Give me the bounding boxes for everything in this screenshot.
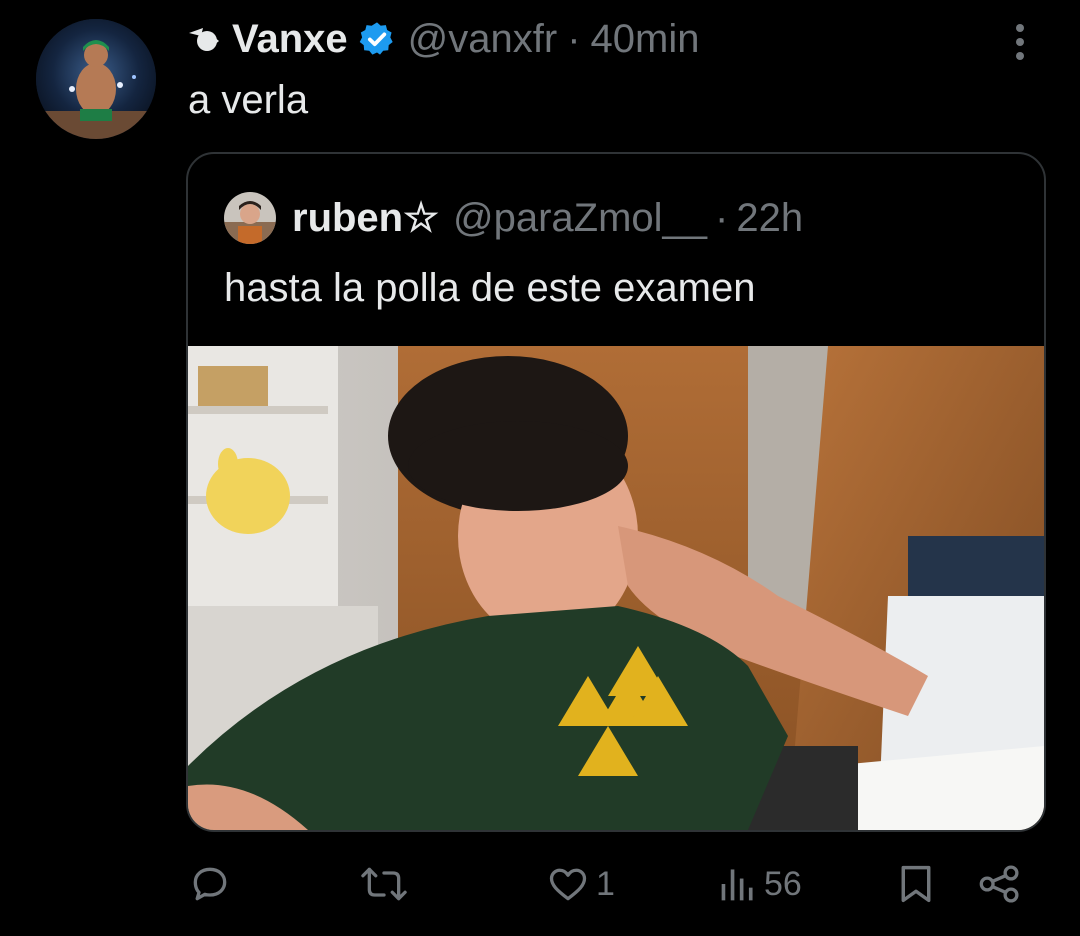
quoted-tweet-header: ruben☆ @paraZmol__ · 22h — [224, 190, 803, 246]
share-button[interactable] — [976, 852, 1024, 916]
like-count: 1 — [596, 864, 615, 903]
bookmark-button[interactable] — [896, 852, 936, 916]
retweet-button[interactable] — [360, 852, 414, 916]
quoted-author-handle[interactable]: @paraZmol__ — [453, 196, 707, 241]
bookmark-icon — [901, 865, 931, 903]
tweet-text: a verla — [188, 78, 309, 122]
quoted-header-separator: · — [715, 195, 729, 240]
quoted-author-avatar-image — [224, 192, 276, 244]
author-handle[interactable]: @vanxfr — [408, 17, 558, 62]
reply-button[interactable] — [188, 852, 238, 916]
more-options-icon[interactable] — [1006, 20, 1034, 64]
header-separator: · — [567, 16, 581, 61]
share-icon — [979, 865, 1019, 903]
views-button[interactable]: 56 — [718, 852, 802, 916]
views-count: 56 — [764, 864, 802, 903]
retweet-icon — [361, 867, 407, 901]
quoted-tweet-timestamp[interactable]: 22h — [736, 196, 803, 241]
quoted-tweet-card[interactable]: ruben☆ @paraZmol__ · 22h hasta la polla … — [186, 152, 1046, 832]
action-bar: 1 56 — [0, 852, 1080, 916]
verified-badge-icon[interactable] — [358, 20, 396, 58]
author-display-name[interactable]: Vanxe — [232, 17, 348, 62]
quoted-tweet-text: hasta la polla de este examen — [224, 266, 756, 310]
heart-icon — [549, 868, 587, 901]
quoted-tweet-photo[interactable] — [188, 346, 1044, 830]
quoted-author-avatar[interactable] — [224, 192, 276, 244]
tweet-timestamp[interactable]: 40min — [591, 17, 700, 62]
reply-icon — [193, 867, 227, 901]
author-avatar-image — [36, 19, 156, 139]
views-icon — [721, 869, 753, 901]
tweet-header: Vanxe @vanxfr · 40min — [186, 14, 699, 64]
author-avatar[interactable] — [36, 19, 156, 139]
affiliate-label-icon[interactable] — [186, 21, 222, 57]
like-button[interactable]: 1 — [546, 852, 615, 916]
quoted-author-display-name[interactable]: ruben☆ — [292, 195, 439, 241]
